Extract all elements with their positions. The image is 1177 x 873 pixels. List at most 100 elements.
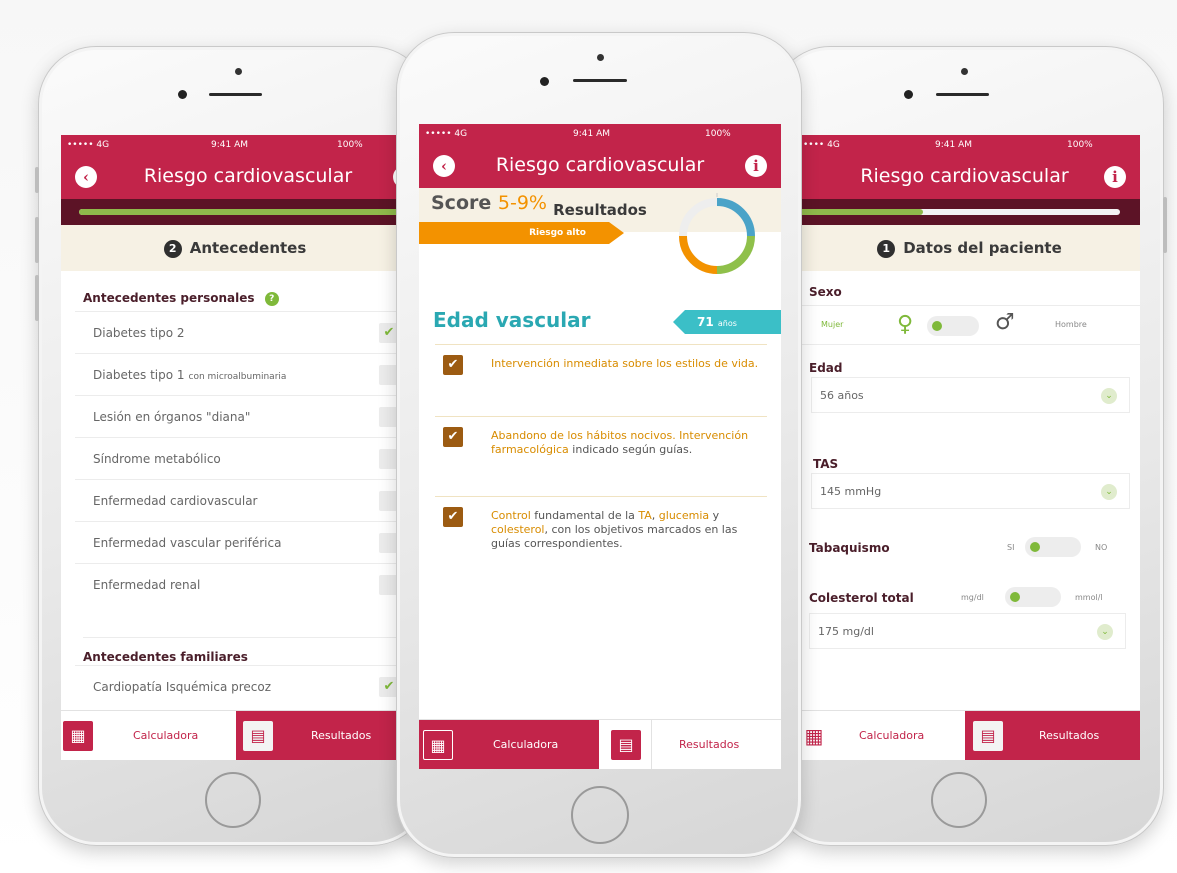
results-card-icon[interactable]: ▤	[611, 730, 641, 760]
clock-text: 9:41 AM	[935, 140, 972, 150]
tab-resultados[interactable]: Resultados	[1039, 711, 1099, 760]
mujer-label[interactable]: Mujer	[821, 320, 843, 329]
item-label: Diabetes tipo 2	[93, 326, 185, 340]
family-history-header: Antecedentes familiares	[83, 637, 409, 667]
info-icon[interactable]: i	[1104, 166, 1126, 188]
item-label: Enfermedad vascular periférica	[93, 536, 282, 550]
tab-resultados[interactable]: Resultados	[679, 720, 739, 769]
chevron-down-icon: ⌄	[1097, 624, 1113, 640]
recommendation-part: colesterol	[491, 523, 545, 536]
tabaquismo-label: Tabaquismo	[809, 541, 890, 555]
edad-vascular-label: Edad vascular	[433, 308, 591, 332]
recommendation-part: indicado según guías.	[568, 443, 693, 456]
unit-mmol-label[interactable]: mmol/l	[1075, 593, 1103, 602]
front-camera	[540, 77, 549, 86]
no-label[interactable]: NO	[1095, 543, 1107, 552]
item-label: Cardiopatía Isquémica precoz	[93, 680, 272, 694]
recommendation-item: ✔ Intervención inmediata sobre los estilo…	[435, 344, 767, 416]
tabaquismo-toggle[interactable]	[1025, 537, 1081, 557]
list-item[interactable]: Enfermedad cardiovascular	[75, 479, 409, 521]
results-card-icon[interactable]: ▤	[243, 721, 273, 751]
edad-vascular-unit: años	[717, 319, 737, 328]
si-label[interactable]: SI	[1007, 543, 1014, 552]
app-title: Riesgo cardiovascular	[860, 165, 1069, 187]
left-screen: ••••• 4G 9:41 AM 100% ‹ Riesgo cardiovas…	[61, 135, 409, 760]
side-button[interactable]	[35, 167, 39, 193]
calculator-grid-icon[interactable]: ▦	[423, 730, 453, 760]
tab-resultados[interactable]: Resultados	[311, 711, 371, 760]
section-header: 1 Datos del paciente	[799, 225, 1140, 271]
results-card-icon[interactable]: ▤	[973, 721, 1003, 751]
chevron-down-icon: ⌄	[1101, 388, 1117, 404]
tas-label: TAS	[813, 457, 839, 471]
app-bar: ‹ Riesgo cardiovascular i	[61, 155, 409, 199]
side-button[interactable]	[35, 217, 39, 263]
checkbox-checked-icon[interactable]: ✔	[443, 355, 463, 375]
recommendation-part: glucemia	[658, 509, 710, 522]
list-item[interactable]: Diabetes tipo 1 con microalbuminaria	[75, 353, 409, 395]
list-item[interactable]: Síndrome metabólico	[75, 437, 409, 479]
clock-text: 9:41 AM	[211, 140, 248, 150]
clock-text: 9:41 AM	[573, 129, 610, 139]
toggle-knob	[1010, 592, 1020, 602]
tab-bar: ▦ Calculadora ▤ Resultados	[61, 710, 409, 760]
colesterol-value: 175 mg/dl	[818, 625, 874, 638]
item-label: Enfermedad renal	[93, 578, 201, 592]
list-item[interactable]: Lesión en órganos "diana"	[75, 395, 409, 437]
tab-calculadora[interactable]: Calculadora	[493, 720, 558, 769]
app-title: Riesgo cardiovascular	[495, 154, 705, 176]
recommendation-text: Control fundamental de la TA, glucemia y…	[491, 509, 767, 551]
progress-track	[799, 209, 1120, 215]
side-button[interactable]	[1163, 197, 1167, 253]
sex-selector[interactable]: Mujer ♀ ♂ Hombre	[799, 305, 1140, 345]
checkbox-checked-icon[interactable]: ✔	[443, 507, 463, 527]
tab-calculadora[interactable]: Calculadora	[133, 711, 198, 760]
colesterol-label: Colesterol total	[809, 591, 914, 605]
risk-badge: Riesgo alto	[419, 222, 624, 244]
male-symbol-icon: ♂	[995, 310, 1015, 335]
progress-bar	[61, 199, 409, 225]
toggle-knob	[932, 321, 942, 331]
carrier-text: •••• 4G	[803, 140, 840, 150]
list-item[interactable]: Diabetes tipo 2 ✔	[75, 311, 409, 353]
checkbox-checked-icon[interactable]: ✔	[443, 427, 463, 447]
front-camera	[904, 90, 913, 99]
tab-bar: ▦ Calculadora ▤ Resultados	[419, 719, 781, 769]
score-label: Score	[431, 192, 492, 214]
section-title: Antecedentes	[189, 239, 307, 257]
colesterol-select[interactable]: 175 mg/dl ⌄	[809, 613, 1126, 649]
home-button[interactable]	[205, 772, 261, 828]
home-button[interactable]	[931, 772, 987, 828]
side-button[interactable]	[35, 275, 39, 321]
tab-calculadora[interactable]: Calculadora	[859, 711, 924, 760]
unit-mgdl-label[interactable]: mg/dl	[961, 593, 984, 602]
recommendation-part: ,	[651, 509, 659, 522]
risk-donut-chart	[679, 193, 755, 274]
hombre-label[interactable]: Hombre	[1055, 320, 1087, 329]
tab-bar: ▦ Calculadora ▤ Resultados	[799, 710, 1140, 760]
score-text: Score 5-9%	[431, 192, 547, 214]
progress-bar	[799, 199, 1140, 225]
sex-toggle[interactable]	[927, 316, 979, 336]
edad-select[interactable]: 56 años ⌄	[811, 377, 1130, 413]
calculator-grid-icon[interactable]: ▦	[799, 721, 829, 751]
donut-segment-orange	[679, 235, 718, 274]
calculator-grid-icon[interactable]: ▦	[63, 721, 93, 751]
carrier-text: ••••• 4G	[67, 140, 110, 150]
recommendation-part: Intervención inmediata sobre los estilos…	[491, 357, 759, 370]
battery-text: 100%	[705, 129, 731, 139]
info-icon[interactable]: i	[745, 155, 767, 177]
list-item[interactable]: Enfermedad renal	[75, 563, 409, 605]
help-icon[interactable]: ?	[264, 292, 279, 306]
home-button[interactable]	[571, 786, 629, 844]
recommendation-text: Abandono de los hábitos nocivos. Interve…	[491, 429, 767, 457]
list-item[interactable]: Cardiopatía Isquémica precoz ✔	[75, 665, 409, 707]
list-item[interactable]: Enfermedad vascular periférica	[75, 521, 409, 563]
recommendation-part: TA	[638, 509, 652, 522]
unit-toggle[interactable]	[1005, 587, 1061, 607]
carrier-text: ••••• 4G	[425, 129, 468, 139]
progress-fill	[799, 209, 923, 215]
item-label-suffix: con microalbuminaria	[188, 372, 287, 382]
tas-select[interactable]: 145 mmHg ⌄	[811, 473, 1130, 509]
battery-text: 100%	[337, 140, 363, 150]
